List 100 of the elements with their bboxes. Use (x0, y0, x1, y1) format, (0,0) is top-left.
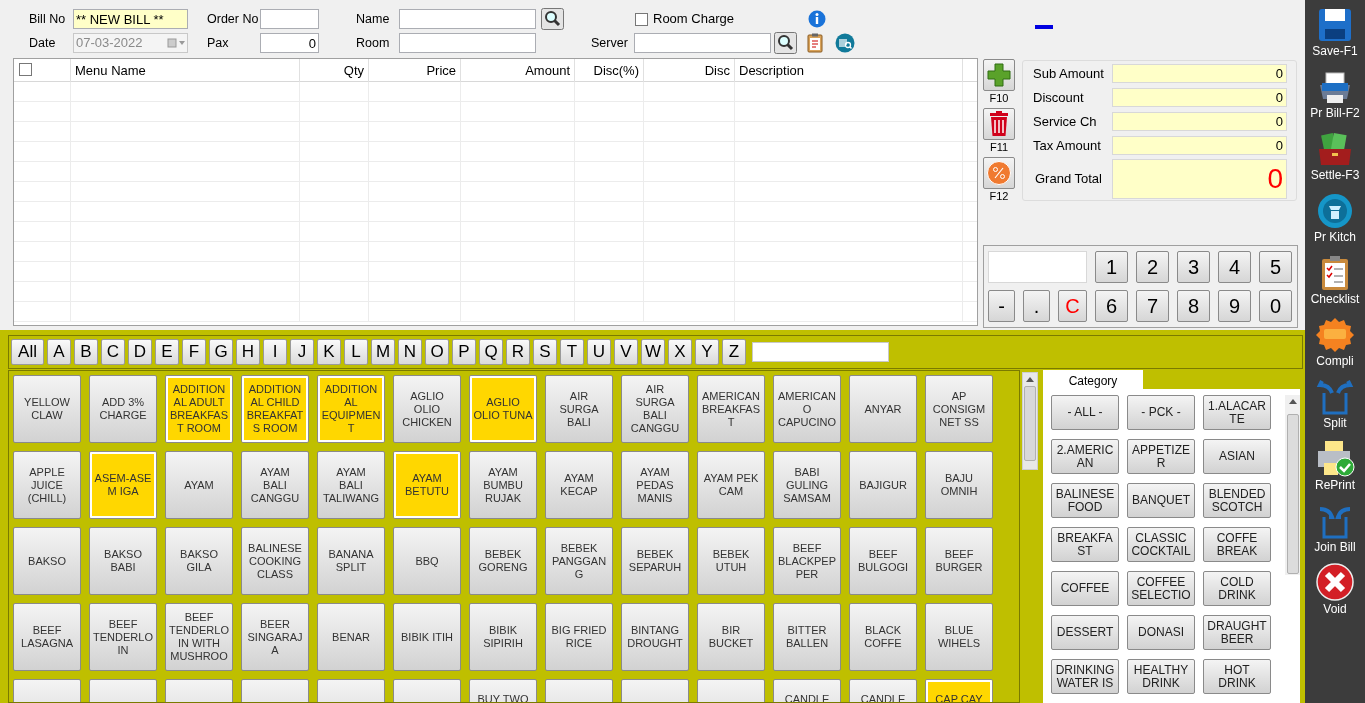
numpad-key[interactable]: 1 (1095, 251, 1128, 283)
menu-item-button[interactable]: AIR SURGA BALI CANGGU (621, 375, 689, 443)
category-button[interactable]: BLENDED SCOTCH (1203, 483, 1271, 518)
toolbar-button[interactable]: Pr Bill-F2 (1305, 62, 1365, 124)
numpad-key[interactable]: 2 (1136, 251, 1169, 283)
category-button[interactable]: ASIAN (1203, 439, 1271, 474)
letter-filter-button[interactable]: T (560, 339, 584, 365)
menu-item-button[interactable]: BENAR (317, 603, 385, 671)
menu-item-button[interactable]: BAKSO BABI (89, 527, 157, 595)
menu-item-button[interactable]: ADD 3% CHARGE (89, 375, 157, 443)
menu-item-button[interactable]: BALINESE COOKING CLASS (241, 527, 309, 595)
letter-filter-button[interactable]: M (371, 339, 395, 365)
letter-filter-button[interactable]: J (290, 339, 314, 365)
column-header[interactable]: Amount (525, 60, 570, 81)
toolbar-button[interactable]: Checklist (1305, 248, 1365, 310)
letter-filter-button[interactable]: X (668, 339, 692, 365)
toolbar-button[interactable]: Join Bill (1305, 496, 1365, 558)
letter-filter-button[interactable]: F (182, 339, 206, 365)
letter-filter-button[interactable]: K (317, 339, 341, 365)
menu-item-button[interactable]: AYAM BETUTU (393, 451, 461, 519)
menu-item-button[interactable]: BIR BUCKET (697, 603, 765, 671)
letter-filter-button[interactable]: All (11, 339, 44, 365)
letter-filter-button[interactable]: Z (722, 339, 746, 365)
room-charge-checkbox[interactable] (635, 12, 648, 26)
menu-item-button[interactable]: APPLE JUICE (CHILL) (13, 451, 81, 519)
menu-item-button[interactable]: BEEF BURGER (925, 527, 993, 595)
category-button[interactable]: DESSERT (1051, 615, 1119, 650)
menu-item-button[interactable]: BEBEK GORENG (469, 527, 537, 595)
menu-item-button[interactable]: BLACK COFFE (849, 603, 917, 671)
menu-item-button[interactable]: AYAM (165, 451, 233, 519)
menu-item-button[interactable]: AYAM KECAP (545, 451, 613, 519)
room-field[interactable] (399, 33, 536, 53)
menu-item-button[interactable]: BEEF LASAGNA (13, 603, 81, 671)
category-button[interactable]: DONASI (1127, 615, 1195, 650)
letter-filter-button[interactable]: W (641, 339, 665, 365)
category-button[interactable]: BALINESE FOOD (1051, 483, 1119, 518)
info-icon[interactable] (808, 10, 826, 28)
numpad-key[interactable]: 9 (1218, 290, 1251, 322)
menu-item-button[interactable]: BLUE WIHELS (925, 603, 993, 671)
menu-item-button[interactable]: BIBIK ITIH (393, 603, 461, 671)
add-button[interactable] (983, 59, 1015, 91)
letter-filter-button[interactable]: N (398, 339, 422, 365)
category-button[interactable]: COLD DRINK (1203, 571, 1271, 606)
menu-item-button[interactable]: BEEF TENDERLO IN (89, 603, 157, 671)
bill-number-field[interactable]: ** NEW BILL ** (73, 9, 188, 29)
menu-item-button[interactable]: AYAM PEK CAM (697, 451, 765, 519)
letter-filter-button[interactable]: B (74, 339, 98, 365)
toolbar-button[interactable]: Compli (1305, 310, 1365, 372)
toolbar-button[interactable]: Settle-F3 (1305, 124, 1365, 186)
letter-filter-button[interactable]: U (587, 339, 611, 365)
letter-filter-button[interactable]: O (425, 339, 449, 365)
category-button[interactable]: - PCK - (1127, 395, 1195, 430)
menu-item-button[interactable]: ASEM-ASE M IGA (89, 451, 157, 519)
toolbar-button[interactable]: RePrint (1305, 434, 1365, 496)
menu-item-button[interactable]: AYAM BUMBU RUJAK (469, 451, 537, 519)
letter-filter-button[interactable]: A (47, 339, 71, 365)
column-header[interactable]: Description (739, 60, 805, 81)
menu-item-button[interactable]: BIBIK SIPIRIH (469, 603, 537, 671)
scrollbar[interactable] (1285, 395, 1300, 575)
category-button[interactable]: DRAUGHT BEER (1203, 615, 1271, 650)
letter-filter-button[interactable]: I (263, 339, 287, 365)
menu-item-button[interactable]: ADDITION AL ADULT BREAKFAS T ROOM (165, 375, 233, 443)
scroll-up-arrow-icon[interactable] (1288, 399, 1297, 404)
category-button[interactable]: COFFEE (1051, 571, 1119, 606)
name-field[interactable] (399, 9, 536, 29)
numpad-key[interactable]: 0 (1259, 290, 1292, 322)
menu-item-button[interactable]: AIR SURGA BALI (545, 375, 613, 443)
menu-item-button[interactable]: BEEF BULGOGI (849, 527, 917, 595)
menu-item-button[interactable]: BEBEK PANGGAN G (545, 527, 613, 595)
menu-item-button[interactable]: BAJIGUR (849, 451, 917, 519)
column-header[interactable]: Disc(%) (593, 60, 639, 81)
toolbar-button[interactable]: Void (1305, 558, 1365, 620)
letter-filter-button[interactable]: D (128, 339, 152, 365)
letter-filter-button[interactable]: E (155, 339, 179, 365)
menu-item-button[interactable]: AYAM PEDAS MANIS (621, 451, 689, 519)
menu-item-button[interactable]: BINTANG DROUGHT (621, 603, 689, 671)
letter-filter-button[interactable]: H (236, 339, 260, 365)
menu-item-button[interactable]: BEER SINGARAJ A (241, 603, 309, 671)
menu-item-button[interactable]: BBQ (393, 527, 461, 595)
menu-item-button[interactable]: AGLIO OLIO TUNA (469, 375, 537, 443)
category-button[interactable]: CLASSIC COCKTAIL (1127, 527, 1195, 562)
search-button[interactable] (774, 32, 797, 54)
category-button[interactable]: BREAKFA ST (1051, 527, 1119, 562)
letter-filter-button[interactable]: L (344, 339, 368, 365)
menu-item-button[interactable]: ADDITION AL CHILD BREAKFAT S ROOM (241, 375, 309, 443)
numpad-key[interactable]: 3 (1177, 251, 1210, 283)
menu-item-button[interactable]: BEBEK SEPARUH (621, 527, 689, 595)
letter-filter-button[interactable]: C (101, 339, 125, 365)
numpad-key[interactable]: 8 (1177, 290, 1210, 322)
menu-item-button[interactable]: BAKSO GILA (165, 527, 233, 595)
menu-item-button[interactable]: BEEF BLACKPEP PER (773, 527, 841, 595)
numpad-key[interactable]: - (988, 290, 1015, 322)
letter-filter-button[interactable]: S (533, 339, 557, 365)
letter-filter-button[interactable]: P (452, 339, 476, 365)
letter-filter-button[interactable]: R (506, 339, 530, 365)
category-button[interactable]: BANQUET (1127, 483, 1195, 518)
letter-filter-button[interactable]: G (209, 339, 233, 365)
discount-button[interactable] (983, 157, 1015, 189)
menu-item-button[interactable]: AGLIO OLIO CHICKEN (393, 375, 461, 443)
menu-item-button[interactable]: BITTER BALLEN (773, 603, 841, 671)
